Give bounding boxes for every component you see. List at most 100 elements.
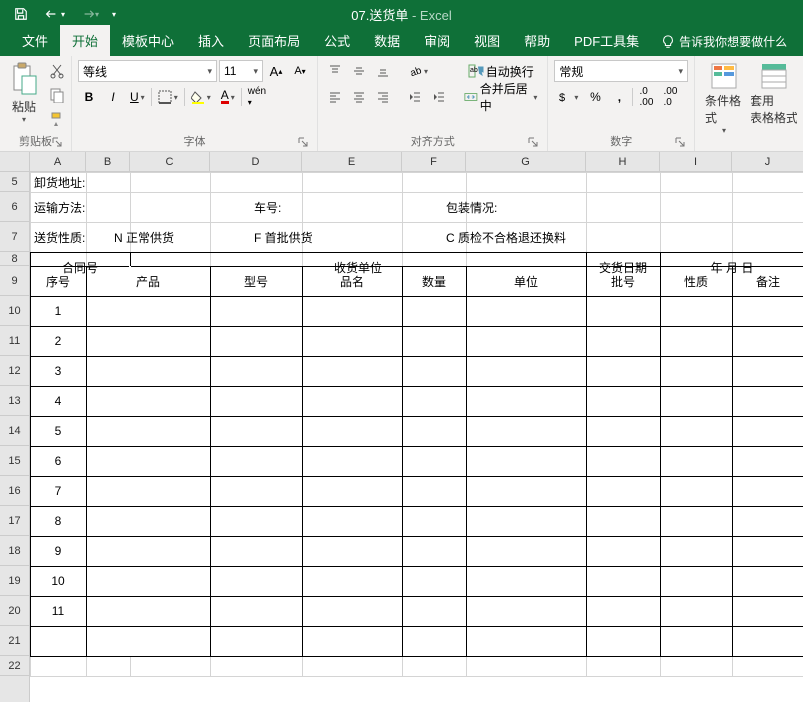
column-header[interactable]: D [210, 152, 302, 171]
column-header[interactable]: I [660, 152, 732, 171]
tab-formula[interactable]: 公式 [312, 25, 362, 56]
row-header[interactable]: 13 [0, 386, 29, 416]
hdr-prop[interactable]: 性质 [660, 266, 732, 296]
row-header[interactable]: 7 [0, 222, 29, 252]
decrease-indent-button[interactable] [404, 86, 426, 108]
tab-home[interactable]: 开始 [60, 25, 110, 56]
tell-me[interactable]: 告诉我你想要做什么 [651, 27, 797, 56]
row-header[interactable]: 20 [0, 596, 29, 626]
row-header[interactable]: 15 [0, 446, 29, 476]
seq-cell[interactable]: 4 [30, 386, 86, 416]
comma-button[interactable]: , [608, 86, 630, 108]
tab-file[interactable]: 文件 [10, 25, 60, 56]
increase-indent-button[interactable] [428, 86, 450, 108]
tab-help[interactable]: 帮助 [512, 25, 562, 56]
orientation-button[interactable]: ab▾ [404, 60, 432, 82]
paste-button[interactable]: 粘贴 ▾ [6, 60, 42, 126]
label-transport[interactable]: 运输方法: [30, 192, 180, 222]
redo-button[interactable]: ▾ [78, 3, 100, 25]
align-launcher[interactable] [527, 137, 539, 149]
tab-layout[interactable]: 页面布局 [236, 25, 312, 56]
align-right-button[interactable] [372, 86, 394, 108]
row-header[interactable]: 21 [0, 626, 29, 656]
column-header[interactable]: A [30, 152, 86, 171]
seq-cell[interactable]: 1 [30, 296, 86, 326]
align-left-button[interactable] [324, 86, 346, 108]
align-top-button[interactable] [324, 60, 346, 82]
font-launcher[interactable] [297, 137, 309, 149]
copy-button[interactable] [46, 84, 68, 106]
row-header[interactable]: 9 [0, 266, 29, 296]
select-all-corner[interactable] [0, 152, 30, 172]
seq-cell[interactable]: 2 [30, 326, 86, 356]
tab-pdf[interactable]: PDF工具集 [562, 25, 651, 56]
hdr-model[interactable]: 型号 [210, 266, 302, 296]
row-header[interactable]: 8 [0, 252, 29, 266]
row-header[interactable]: 12 [0, 356, 29, 386]
tab-review[interactable]: 审阅 [412, 25, 462, 56]
hdr-qty[interactable]: 数量 [402, 266, 466, 296]
underline-button[interactable]: U▾ [126, 86, 149, 108]
seq-cell[interactable]: 3 [30, 356, 86, 386]
cut-button[interactable] [46, 60, 68, 82]
tab-view[interactable]: 视图 [462, 25, 512, 56]
font-size-combo[interactable]: 11▾ [219, 60, 263, 82]
row-header[interactable]: 6 [0, 192, 29, 222]
column-header[interactable]: J [732, 152, 803, 171]
number-launcher[interactable] [674, 137, 686, 149]
hdr-remark[interactable]: 备注 [732, 266, 803, 296]
tab-insert[interactable]: 插入 [186, 25, 236, 56]
border-button[interactable]: ▾ [154, 86, 182, 108]
increase-decimal-button[interactable]: .0.00 [635, 86, 657, 108]
increase-font-button[interactable]: A▴ [265, 60, 287, 82]
align-middle-button[interactable] [348, 60, 370, 82]
italic-button[interactable]: I [102, 86, 124, 108]
number-format-combo[interactable]: 常规▾ [554, 60, 688, 82]
seq-cell[interactable]: 10 [30, 566, 86, 596]
row-header[interactable]: 11 [0, 326, 29, 356]
column-header[interactable]: C [130, 152, 210, 171]
hdr-name[interactable]: 品名 [302, 266, 402, 296]
qat-customize-icon[interactable]: ▾ [112, 10, 116, 19]
percent-button[interactable]: % [584, 86, 606, 108]
wrap-text-button[interactable]: ab 自动换行 [460, 60, 541, 82]
worksheet[interactable]: 5 6 7 8 9 10 11 12 13 14 15 16 17 18 19 … [0, 152, 803, 702]
fill-color-button[interactable]: ▾ [187, 86, 215, 108]
row-header[interactable]: 5 [0, 172, 29, 192]
hdr-batch[interactable]: 批号 [586, 266, 660, 296]
accounting-format-button[interactable]: $▾ [554, 86, 582, 108]
tab-data[interactable]: 数据 [362, 25, 412, 56]
seq-cell[interactable]: 8 [30, 506, 86, 536]
row-header[interactable]: 18 [0, 536, 29, 566]
align-center-button[interactable] [348, 86, 370, 108]
row-header[interactable]: 14 [0, 416, 29, 446]
save-icon[interactable] [10, 3, 32, 25]
label-f[interactable]: F 首批供货 [250, 222, 370, 252]
clipboard-launcher[interactable] [51, 137, 63, 149]
font-name-combo[interactable]: 等线▾ [78, 60, 217, 82]
label-n[interactable]: N 正常供货 [110, 222, 230, 252]
seq-cell[interactable]: 11 [30, 596, 86, 626]
label-car-no[interactable]: 车号: [250, 192, 350, 222]
decrease-font-button[interactable]: A▾ [289, 60, 311, 82]
seq-cell[interactable]: 9 [30, 536, 86, 566]
row-header[interactable]: 19 [0, 566, 29, 596]
font-color-button[interactable]: A▾ [217, 86, 239, 108]
label-unload-addr[interactable]: 卸货地址: [30, 172, 230, 192]
undo-button[interactable]: ▾ [44, 3, 66, 25]
seq-cell[interactable]: 6 [30, 446, 86, 476]
hdr-seq[interactable]: 序号 [30, 266, 86, 296]
bold-button[interactable]: B [78, 86, 100, 108]
table-format-button[interactable]: 套用 表格格式 [751, 60, 797, 128]
column-header[interactable]: H [586, 152, 660, 171]
row-header[interactable]: 16 [0, 476, 29, 506]
phonetic-button[interactable]: wén▾ [244, 86, 270, 108]
column-header[interactable]: E [302, 152, 402, 171]
align-bottom-button[interactable] [372, 60, 394, 82]
column-header[interactable]: G [466, 152, 586, 171]
merge-center-button[interactable]: 合并后居中▾ [460, 86, 541, 108]
tab-template[interactable]: 模板中心 [110, 25, 186, 56]
label-c[interactable]: C 质检不合格退还换料 [442, 222, 642, 252]
seq-cell[interactable]: 5 [30, 416, 86, 446]
row-header[interactable]: 17 [0, 506, 29, 536]
